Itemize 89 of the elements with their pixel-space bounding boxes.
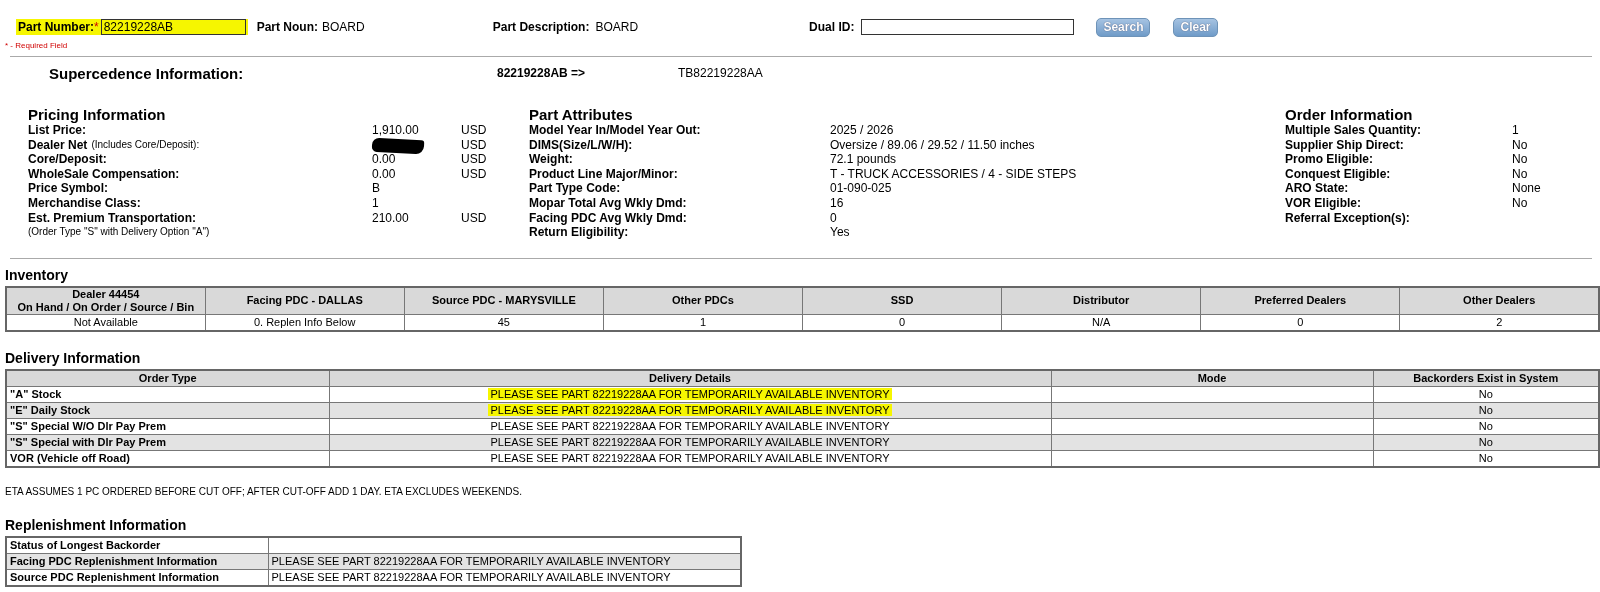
field-label: WholeSale Compensation: <box>28 166 180 182</box>
section-title: Supercedence Information: <box>49 64 245 82</box>
field-label: Weight: <box>529 152 573 167</box>
field-value: BOARD <box>595 20 639 34</box>
table-cell: PLEASE SEE PART 82219228AA FOR TEMPORARILY AVAILABLE INVENTORY <box>488 387 892 400</box>
field-value: 1 <box>1512 123 1519 137</box>
field-note: (Order Type "S" with Delivery Option "A") <box>28 225 211 240</box>
supercedence-from: 82219228AB => <box>497 66 587 80</box>
field-value: 16 <box>830 195 844 210</box>
column-header: Other Dealers <box>1399 286 1599 315</box>
field-label: VOR Eligible: <box>1285 195 1361 211</box>
field-label: Supplier Ship Direct: <box>1285 137 1404 153</box>
column-header: Mode <box>1051 369 1373 387</box>
column-header: Distributor <box>1001 286 1201 315</box>
section-title: Pricing Information <box>28 106 167 123</box>
clear-button[interactable]: Clear <box>1173 17 1218 37</box>
field-value: 1 <box>372 195 379 210</box>
field-label: Mopar Total Avg Wkly Dmd: <box>529 195 687 211</box>
field-value: No <box>1512 166 1528 181</box>
field-label: Dual ID: <box>809 20 855 34</box>
field-label: Core/Deposit: <box>28 152 107 167</box>
field-value: 210.00 <box>372 210 409 225</box>
field-value: No <box>1512 137 1528 152</box>
field-value: Oversize / 89.06 / 29.52 / 11.50 inches <box>830 137 1035 152</box>
currency-label: USD <box>461 123 487 137</box>
table-cell: PLEASE SEE PART 82219228AA FOR TEMPORARILY AVAILABLE INVENTORY <box>488 403 892 416</box>
field-label: Referral Exception(s): <box>1285 210 1410 226</box>
field-label: Dealer Net <box>28 137 88 153</box>
table-cell: Status of Longest Backorder <box>6 536 268 554</box>
field-value: 1,910.00 <box>372 123 419 137</box>
currency-label: USD <box>461 152 487 167</box>
column-header: Delivery Details <box>329 369 1051 387</box>
column-header: Facing PDC - DALLAS <box>205 286 405 315</box>
field-value: 0.00 <box>372 152 396 167</box>
column-header: Other PDCs <box>603 286 803 315</box>
field-value: 01-090-025 <box>830 181 892 196</box>
section-title: Part Attributes <box>529 106 634 123</box>
part-number-field[interactable]: 82219228AB <box>100 19 246 35</box>
supercedence-to: TB82219228AA <box>678 66 763 80</box>
field-value: T - TRUCK ACCESSORIES / 4 - SIDE STEPS <box>830 166 1077 181</box>
field-value: BOARD <box>322 20 365 34</box>
field-value: 72.1 pounds <box>830 152 897 167</box>
field-label: Return Eligibility: <box>529 225 629 240</box>
table-cell: PLEASE SEE PART 82219228AA FOR TEMPORARILY AVAILABLE INVENTORY <box>329 418 1051 435</box>
field-note: (Includes Core/Deposit): <box>91 137 200 152</box>
field-label: Facing PDC Avg Wkly Dmd: <box>529 210 687 226</box>
field-value: No <box>1512 195 1528 210</box>
column-header: Dealer 44454 On Hand / On Order / Source / Bin <box>6 286 206 315</box>
field-label: Part Noun: <box>256 20 319 34</box>
field-label: Merchandise Class: <box>28 195 141 211</box>
field-label: DIMS(Size/L/W/H): <box>529 137 633 153</box>
field-label: Part Description: <box>492 20 590 34</box>
required-mark: * <box>94 20 99 34</box>
field-label: Promo Eligible: <box>1285 152 1373 167</box>
currency-label: USD <box>461 166 487 181</box>
column-header: Order Type <box>6 369 329 387</box>
field-label: Price Symbol: <box>28 181 109 196</box>
field-label: Product Line Major/Minor: <box>529 166 678 182</box>
field-label: Part Type Code: <box>529 181 621 196</box>
table-cell: "S" Special W/O Dlr Pay Prem <box>6 418 329 435</box>
table-cell: "A" Stock <box>6 386 329 403</box>
field-label: Conquest Eligible: <box>1285 166 1391 182</box>
column-header: Source PDC - MARYSVILLE <box>404 286 604 315</box>
dual-id-field[interactable] <box>861 19 1075 35</box>
field-value: No <box>1512 152 1528 167</box>
section-title: Order Information <box>1285 106 1414 123</box>
field-label: List Price: <box>28 123 87 138</box>
currency-label: USD <box>461 210 487 225</box>
field-value: 0 <box>830 210 837 225</box>
field-value: 2025 / 2026 <box>830 123 894 137</box>
field-label: Part Number: <box>18 20 94 34</box>
column-header: Backorders Exist in System <box>1373 369 1599 387</box>
field-label: Model Year In/Model Year Out: <box>529 123 701 138</box>
field-value: B <box>372 181 380 196</box>
column-header: Preferred Dealers <box>1200 286 1400 315</box>
field-label: ARO State: <box>1285 181 1349 196</box>
section-title: Inventory <box>5 266 69 284</box>
column-header: SSD <box>802 286 1002 315</box>
eta-note: ETA ASSUMES 1 PC ORDERED BEFORE CUT OFF; AFTER CUT-OFF ADD 1 DAY. ETA EXCLUDES WEEKENDS. <box>5 485 522 497</box>
field-label: Est. Premium Transportation: <box>28 210 197 226</box>
required-field-note: * - Required Field <box>5 41 69 50</box>
field-value: None <box>1512 181 1541 196</box>
section-title: Replenishment Information <box>5 516 188 534</box>
field-value: Yes <box>830 225 850 240</box>
section-title: Delivery Information <box>5 349 142 367</box>
search-button[interactable]: Search <box>1096 17 1151 37</box>
currency-label: USD <box>461 137 487 152</box>
field-label: Multiple Sales Quantity: <box>1285 123 1422 138</box>
field-value: 0.00 <box>372 166 396 181</box>
